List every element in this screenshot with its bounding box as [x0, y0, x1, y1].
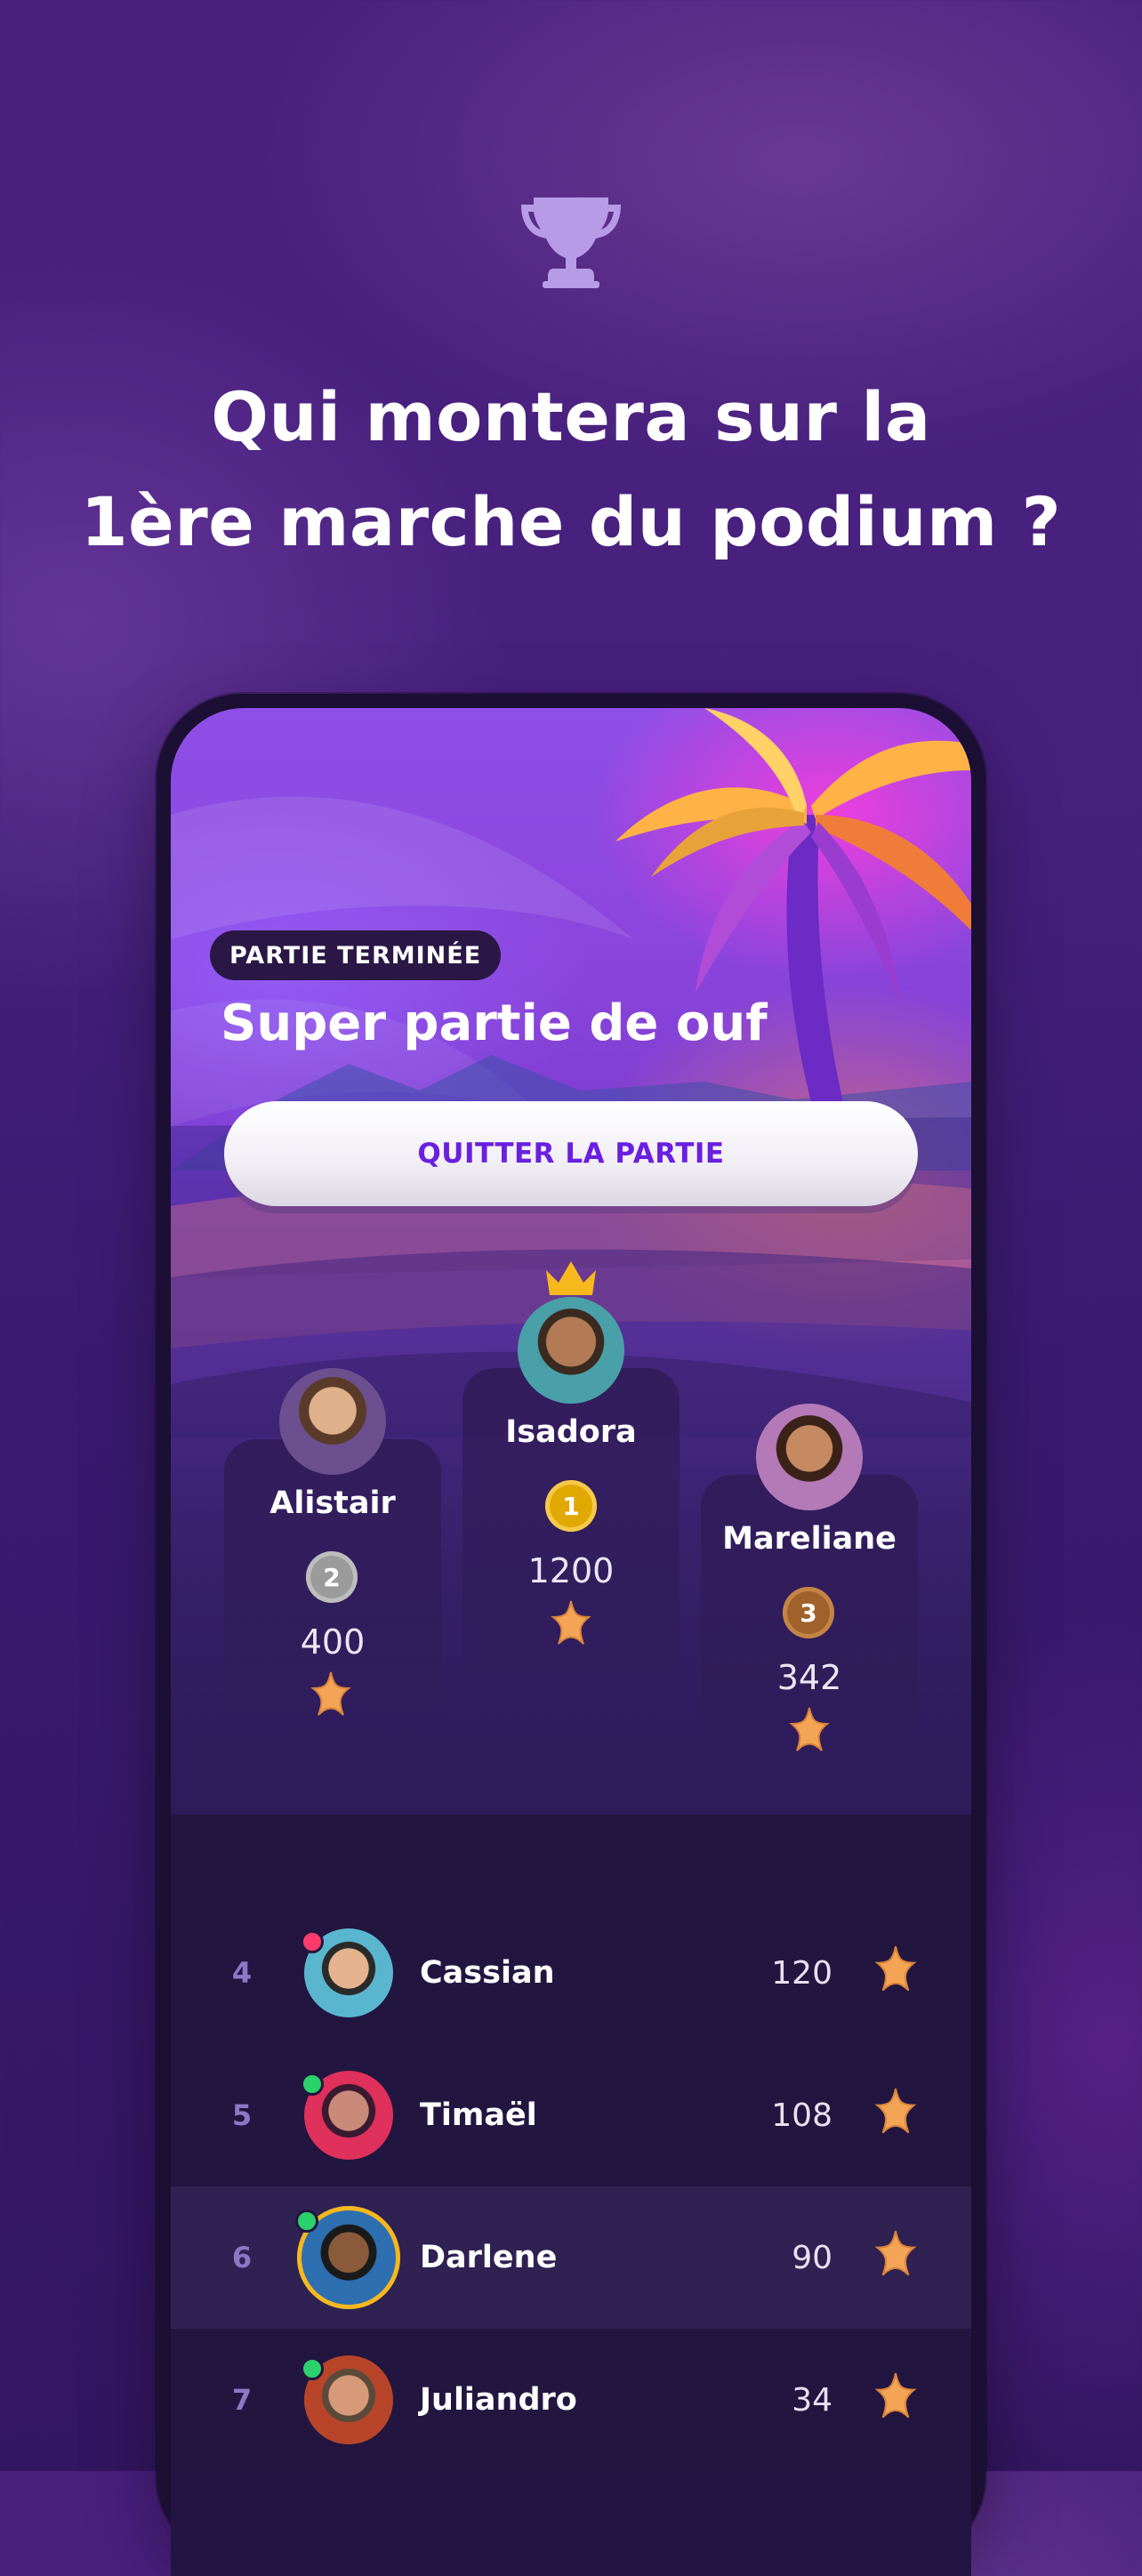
- avatar-second-place: [279, 1368, 386, 1475]
- bronze-medal-badge: 3: [783, 1587, 834, 1638]
- avatar-first-place: [518, 1297, 624, 1404]
- row-score: 120: [771, 1954, 832, 1992]
- podium-score-first: 1200: [527, 1551, 615, 1590]
- starfish-icon: [551, 1600, 591, 1645]
- podium-name-first: Isadora: [505, 1414, 637, 1450]
- list-item[interactable]: 5 Timaël 108: [171, 2044, 971, 2186]
- row-name: Darlene: [420, 2240, 558, 2275]
- starfish-icon: [874, 2088, 917, 2134]
- row-name: Juliandro: [420, 2382, 577, 2418]
- trophy-icon: [521, 197, 621, 288]
- avatar-third-place: [756, 1404, 863, 1510]
- status-indicator-online: [301, 2357, 324, 2380]
- row-rank: 5: [231, 2098, 253, 2132]
- podium-score-third: 342: [776, 1658, 842, 1697]
- headline-line-2: 1ère marche du podium ?: [80, 482, 1062, 561]
- status-indicator-online: [295, 2210, 318, 2233]
- quit-game-button[interactable]: QUITTER LA PARTIE: [224, 1101, 918, 1206]
- status-indicator-offline: [301, 1930, 324, 1953]
- leaderboard-list: 4 Cassian 120 5 Timaël 108 6 Darlene 90 …: [171, 1815, 971, 2471]
- medal-rank: 1: [562, 1491, 580, 1521]
- headline-line-1: Qui montera sur la: [211, 377, 931, 456]
- medal-rank: 2: [323, 1562, 341, 1592]
- medal-rank: 3: [800, 1598, 817, 1628]
- starfish-icon: [789, 1707, 830, 1751]
- podium-score-second: 400: [300, 1622, 366, 1662]
- list-item[interactable]: 4 Cassian 120: [171, 1902, 971, 2044]
- starfish-icon: [874, 2372, 917, 2419]
- row-rank: 6: [231, 2241, 253, 2274]
- list-item-current-user[interactable]: 6 Darlene 90: [171, 2186, 971, 2329]
- crown-icon: [546, 1261, 596, 1295]
- row-score: 108: [771, 2097, 832, 2134]
- podium-name-second: Alistair: [269, 1485, 396, 1521]
- list-item[interactable]: 7 Juliandro 34: [171, 2329, 971, 2471]
- row-score: 34: [792, 2381, 832, 2419]
- row-rank: 4: [231, 1956, 253, 1990]
- starfish-icon: [310, 1671, 351, 1716]
- row-rank: 7: [231, 2383, 253, 2417]
- gold-medal-badge: 1: [545, 1480, 597, 1532]
- game-title: Super partie de ouf: [221, 994, 768, 1052]
- podium-name-third: Mareliane: [722, 1521, 897, 1557]
- row-name: Cassian: [420, 1955, 555, 1991]
- game-status-label: PARTIE TERMINÉE: [229, 941, 482, 970]
- row-score: 90: [792, 2239, 832, 2276]
- row-name: Timaël: [420, 2097, 537, 2133]
- silver-medal-badge: 2: [306, 1551, 358, 1603]
- status-indicator-online: [301, 2073, 324, 2096]
- starfish-icon: [874, 2230, 917, 2276]
- starfish-icon: [874, 1945, 917, 1992]
- game-status-badge: PARTIE TERMINÉE: [210, 930, 502, 980]
- headline: Qui montera sur la 1ère marche du podium…: [53, 365, 1089, 575]
